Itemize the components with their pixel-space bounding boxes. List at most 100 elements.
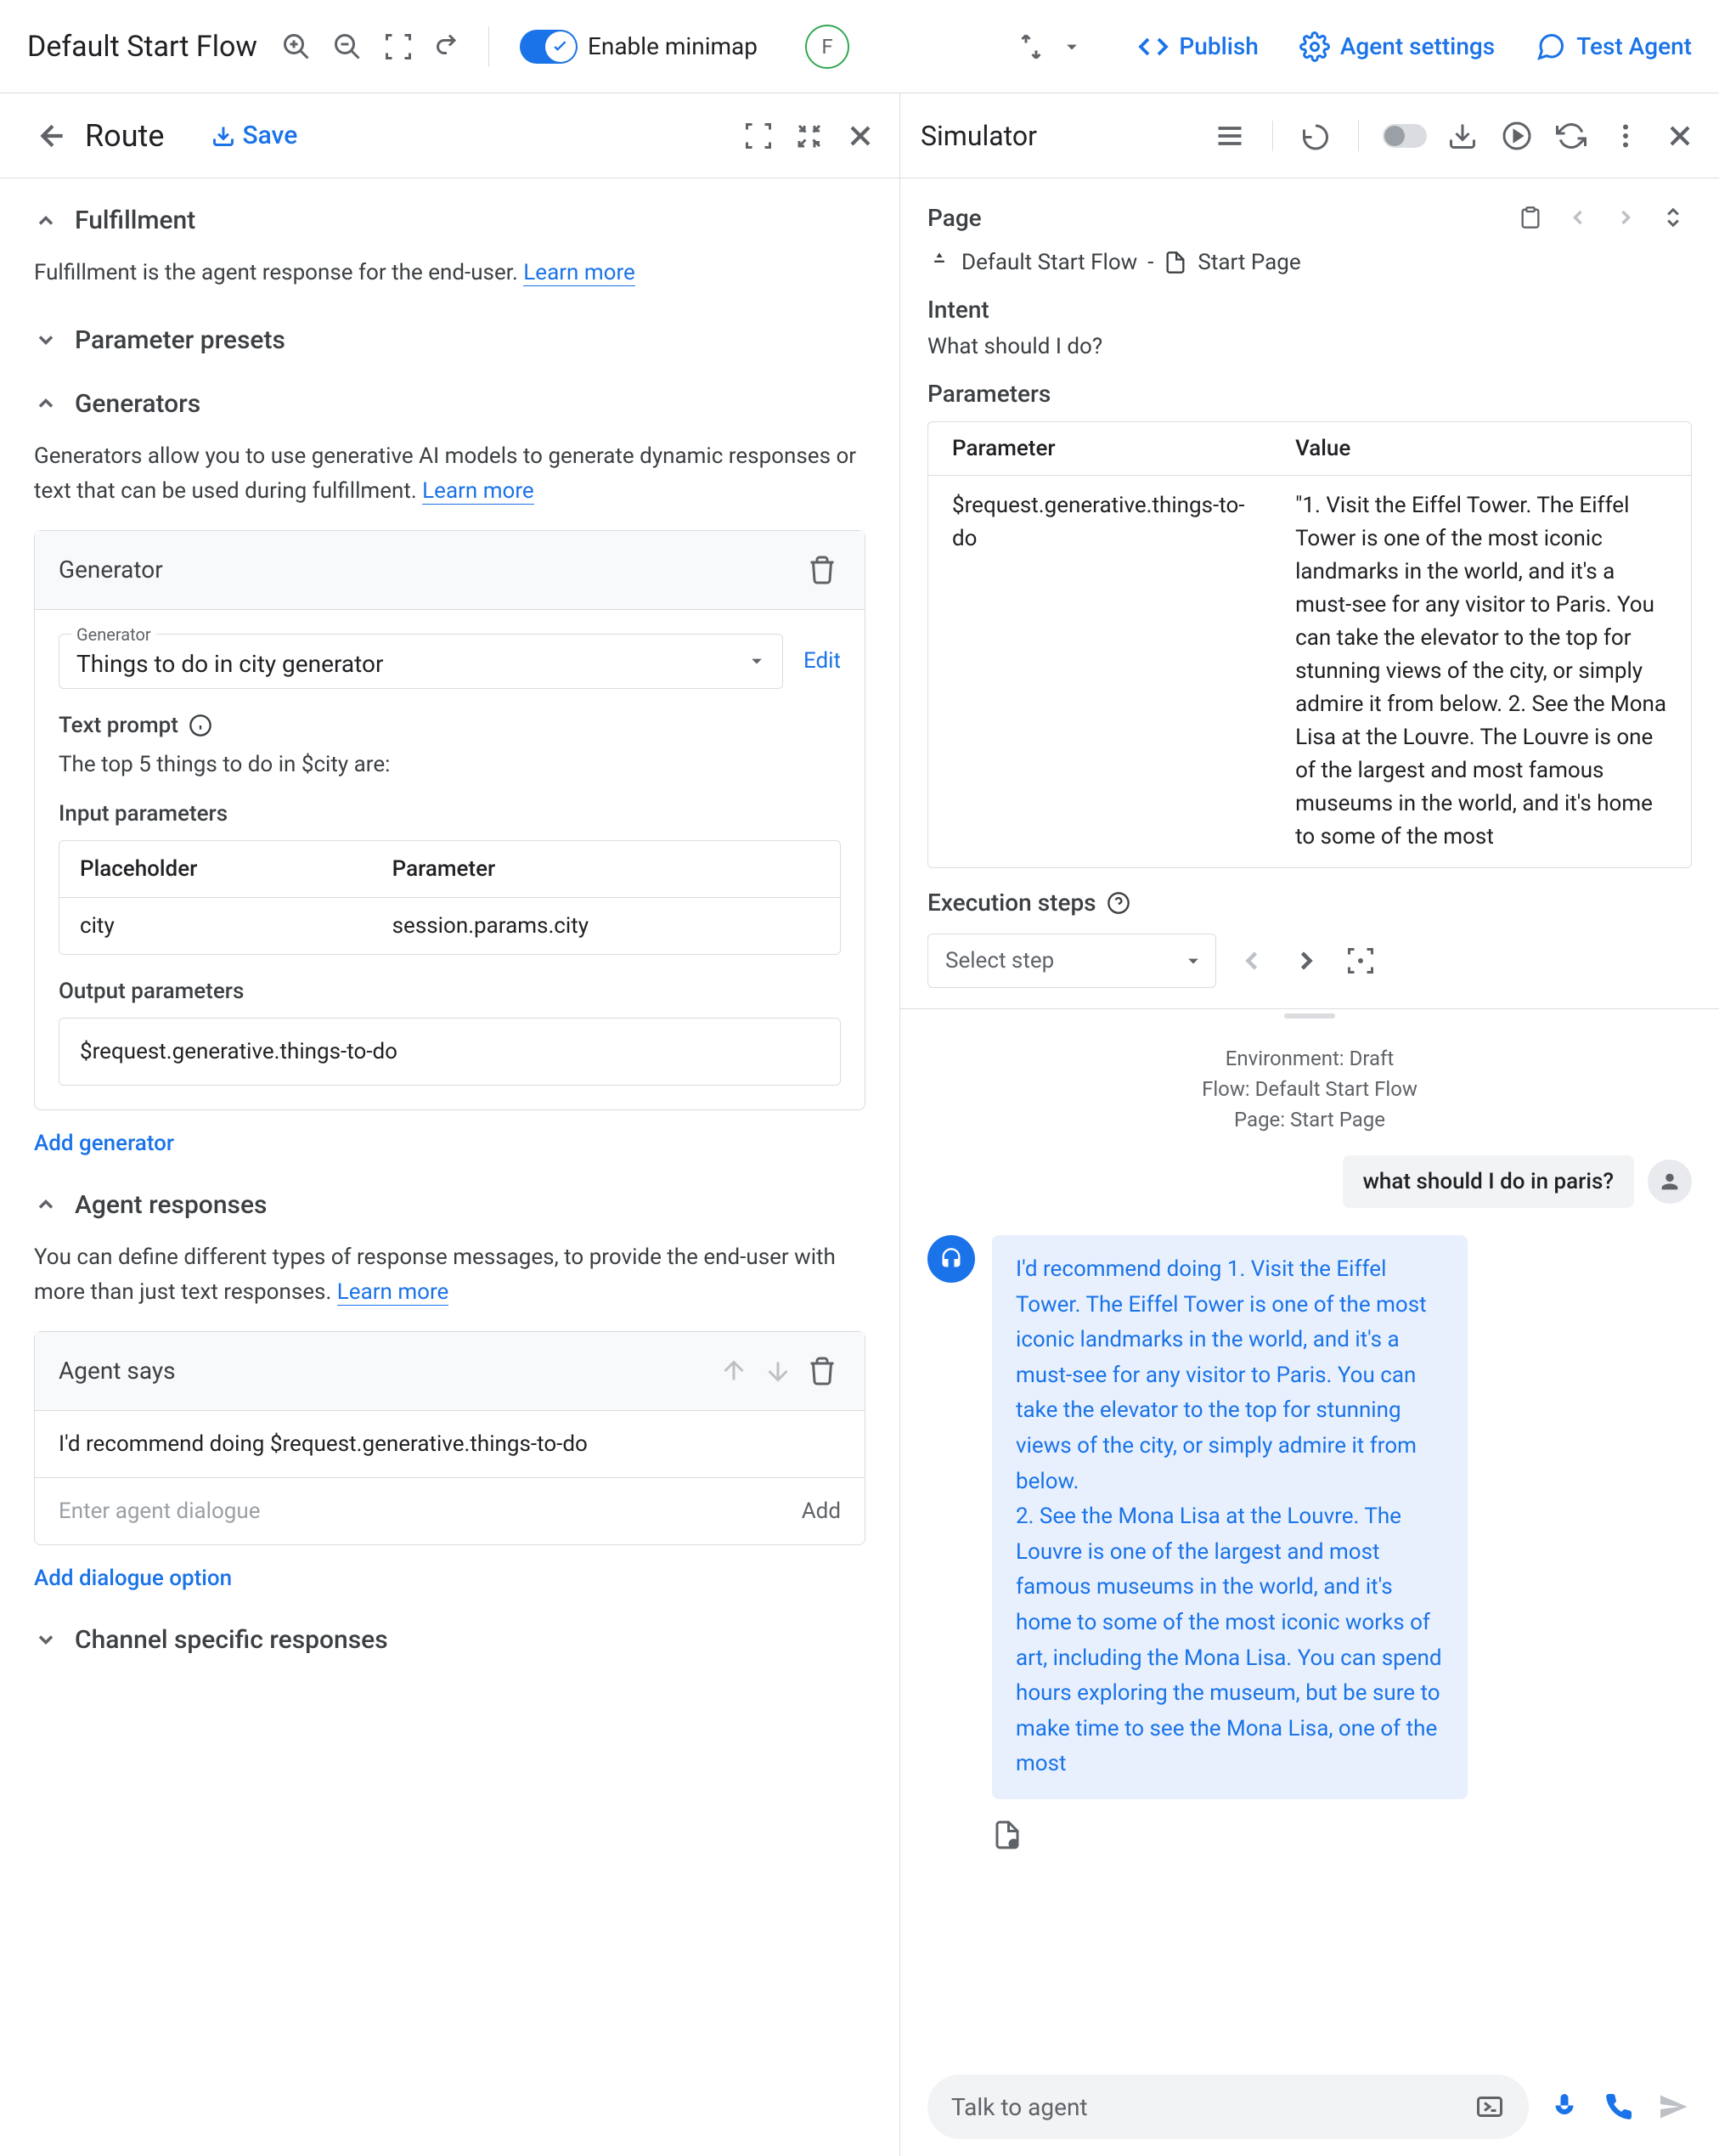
minimap-toggle[interactable] xyxy=(520,30,578,64)
agent-says-title: Agent says xyxy=(59,1357,176,1385)
sync-dropdown-icon[interactable] xyxy=(1053,28,1091,65)
simulator-title: Simulator xyxy=(921,120,1194,152)
move-up-icon[interactable] xyxy=(715,1352,752,1390)
channel-specific-title: Channel specific responses xyxy=(75,1625,388,1655)
move-down-icon[interactable] xyxy=(759,1352,797,1390)
zoom-in-icon[interactable] xyxy=(278,28,315,65)
flow-title: Default Start Flow xyxy=(27,30,257,64)
fulfillment-desc: Fulfillment is the agent response for th… xyxy=(34,256,865,291)
generator-card-title: Generator xyxy=(59,556,163,584)
agent-settings-button[interactable]: Agent settings xyxy=(1299,31,1495,62)
agent-dialogue-input[interactable]: Enter agent dialogue Add xyxy=(35,1477,865,1544)
delete-icon[interactable] xyxy=(803,1352,841,1390)
col-parameter: Parameter xyxy=(372,841,840,898)
user-avatar-icon xyxy=(1648,1160,1692,1204)
agent-responses-header[interactable]: Agent responses xyxy=(34,1190,865,1220)
edit-generator-link[interactable]: Edit xyxy=(803,648,841,674)
submit-icon[interactable] xyxy=(1474,2091,1505,2122)
channel-specific-header[interactable]: Channel specific responses xyxy=(34,1625,865,1655)
close-simulator-icon[interactable] xyxy=(1661,117,1699,155)
next-icon[interactable] xyxy=(1607,199,1644,236)
agent-responses-desc: You can define different types of respon… xyxy=(34,1240,865,1311)
step-select[interactable]: Select step xyxy=(927,934,1216,988)
svg-text:i: i xyxy=(1012,1842,1014,1850)
sim-page-label: Page xyxy=(927,204,982,232)
fulfillment-learn-more[interactable]: Learn more xyxy=(523,260,635,286)
add-generator-link[interactable]: Add generator xyxy=(34,1131,865,1156)
more-icon[interactable] xyxy=(1607,117,1644,155)
sim-intent-value: What should I do? xyxy=(927,334,1692,359)
zoom-out-icon[interactable] xyxy=(329,28,366,65)
delete-icon[interactable] xyxy=(803,551,841,589)
close-icon[interactable] xyxy=(842,117,879,155)
rotate-icon[interactable] xyxy=(431,28,468,65)
send-icon[interactable] xyxy=(1654,2088,1692,2125)
collapse-icon[interactable] xyxy=(791,117,828,155)
breadcrumb-page[interactable]: Start Page xyxy=(1198,250,1300,275)
chat-placeholder: Talk to agent xyxy=(951,2093,1088,2121)
resize-handle[interactable] xyxy=(900,1009,1719,1023)
generators-learn-more[interactable]: Learn more xyxy=(422,478,534,505)
save-button[interactable]: Save xyxy=(211,121,297,150)
agent-responses-learn-more[interactable]: Learn more xyxy=(337,1279,449,1306)
info-icon[interactable] xyxy=(189,714,212,737)
generator-select[interactable]: Generator Things to do in city generator xyxy=(59,634,783,689)
sync-icon[interactable] xyxy=(1012,28,1050,65)
flow-icon xyxy=(927,251,951,274)
route-title: Route xyxy=(85,118,164,154)
user-message: what should I do in paris? xyxy=(1343,1155,1634,1208)
table-row: city session.params.city xyxy=(59,898,840,954)
sim-params-label: Parameters xyxy=(927,380,1692,408)
chevron-down-icon xyxy=(34,1628,58,1651)
collapse-all-icon[interactable] xyxy=(1654,199,1692,236)
phone-icon[interactable] xyxy=(1600,2088,1637,2125)
fulfillment-section-header[interactable]: Fulfillment xyxy=(34,206,865,235)
add-dialogue-inline[interactable]: Add xyxy=(802,1498,841,1524)
test-agent-button[interactable]: Test Agent xyxy=(1536,31,1692,62)
publish-button[interactable]: Publish xyxy=(1138,31,1258,62)
generators-title: Generators xyxy=(75,389,200,419)
user-avatar[interactable]: F xyxy=(805,25,849,69)
expand-icon[interactable] xyxy=(740,117,777,155)
step-prev-icon[interactable] xyxy=(1233,942,1271,979)
col-value: Value xyxy=(1271,422,1691,476)
undo-icon[interactable] xyxy=(1297,117,1334,155)
file-info-icon[interactable]: i xyxy=(992,1820,1692,1850)
param-presets-title: Parameter presets xyxy=(75,325,285,355)
agent-message: I'd recommend doing 1. Visit the Eiffel … xyxy=(992,1235,1468,1799)
back-icon[interactable] xyxy=(34,117,71,155)
divider xyxy=(488,26,489,67)
menu-icon[interactable] xyxy=(1211,117,1248,155)
text-prompt-label: Text prompt xyxy=(59,713,841,738)
save-label: Save xyxy=(242,121,297,150)
param-presets-header[interactable]: Parameter presets xyxy=(34,325,865,355)
input-params-label: Input parameters xyxy=(59,801,841,827)
refresh-icon[interactable] xyxy=(1553,117,1590,155)
col-parameter: Parameter xyxy=(928,422,1271,476)
save-sim-icon[interactable] xyxy=(1444,117,1481,155)
agent-says-value[interactable]: I'd recommend doing $request.generative.… xyxy=(35,1411,865,1477)
sim-intent-label: Intent xyxy=(927,296,1692,324)
agent-settings-label: Agent settings xyxy=(1340,32,1495,60)
mic-icon[interactable] xyxy=(1546,2088,1583,2125)
publish-label: Publish xyxy=(1179,32,1258,60)
input-params-table: Placeholder Parameter city session.param… xyxy=(59,840,841,955)
chat-input[interactable]: Talk to agent xyxy=(927,2074,1529,2139)
add-dialogue-option-link[interactable]: Add dialogue option xyxy=(34,1566,865,1591)
help-icon[interactable] xyxy=(1107,891,1130,915)
divider xyxy=(1272,121,1273,151)
clipboard-icon[interactable] xyxy=(1512,199,1549,236)
step-next-icon[interactable] xyxy=(1288,942,1325,979)
output-params-label: Output parameters xyxy=(59,979,841,1004)
chat-meta: Environment: Draft Flow: Default Start F… xyxy=(927,1043,1692,1135)
prev-icon[interactable] xyxy=(1559,199,1597,236)
play-icon[interactable] xyxy=(1498,117,1536,155)
sim-toggle[interactable] xyxy=(1383,124,1427,148)
fulfillment-title: Fulfillment xyxy=(75,206,195,235)
breadcrumb-flow[interactable]: Default Start Flow xyxy=(961,250,1137,275)
chevron-down-icon xyxy=(1181,949,1205,973)
focus-icon[interactable] xyxy=(1342,942,1379,979)
fit-view-icon[interactable] xyxy=(380,28,417,65)
generators-header[interactable]: Generators xyxy=(34,389,865,419)
output-params-value[interactable]: $request.generative.things-to-do xyxy=(59,1018,841,1086)
